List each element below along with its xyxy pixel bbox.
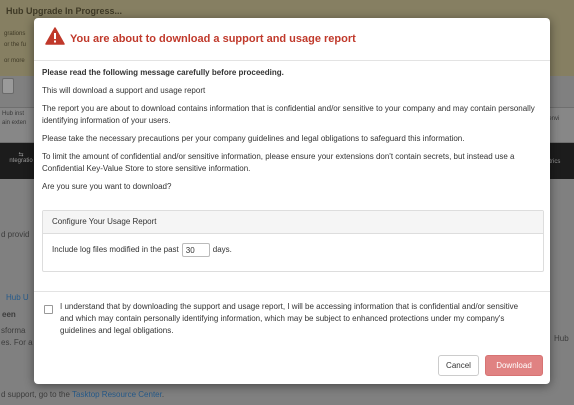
confirm-question: Are you sure you want to download? [42,182,172,191]
log-files-row: Include log files modified in the past da… [52,243,232,257]
modal-header: You are about to download a support and … [34,18,550,61]
instruction-text: Please read the following message carefu… [42,68,284,77]
background-link: Hub U [6,293,29,302]
modal-title: You are about to download a support and … [70,33,356,45]
modal-body: Please read the following message carefu… [42,67,542,199]
background-text: Hub [554,334,569,343]
upgrade-banner-line: grations [4,31,26,37]
warning-triangle-icon [45,27,65,45]
background-heading: een [2,310,16,319]
body-paragraph: This will download a support and usage r… [42,86,206,95]
modal-divider [34,291,550,292]
nav-item-integrations: ⇆ ntegratio [4,151,38,164]
usage-report-config-panel: Configure Your Usage Report Include log … [42,210,544,272]
upgrade-banner-line: or the fu [4,42,27,48]
days-input[interactable] [181,243,210,257]
download-report-modal: You are about to download a support and … [34,18,550,384]
config-panel-header: Configure Your Usage Report [43,211,543,234]
support-text: d support, go to the Tasktop Resource Ce… [1,390,165,399]
download-button[interactable]: Download [485,355,543,376]
log-files-label: Include log files modified in the past [52,245,179,255]
background-button [2,78,14,94]
upgrade-banner-line: or more [4,58,25,64]
background-text: es. For a [1,338,33,347]
background-text: d provid [1,230,30,239]
body-paragraph: To limit the amount of confidential and/… [42,152,515,173]
acknowledge-checkbox[interactable] [44,305,53,314]
cancel-button[interactable]: Cancel [438,355,479,376]
body-paragraph: The report you are about to download con… [42,104,535,125]
config-panel-title: Configure Your Usage Report [52,217,157,226]
body-paragraph: Please take the necessary precautions pe… [42,134,465,143]
days-suffix-label: days. [212,245,232,255]
upgrade-banner-title: Hub Upgrade In Progress... [6,6,123,16]
background-text: sforma [1,326,26,335]
info-strip-text: Hub inst ain exten [2,111,27,126]
resource-center-link: Tasktop Resource Center [72,390,162,399]
acknowledge-label[interactable]: I understand that by downloading the sup… [60,301,530,337]
arrows-icon: ⇆ [18,152,24,158]
